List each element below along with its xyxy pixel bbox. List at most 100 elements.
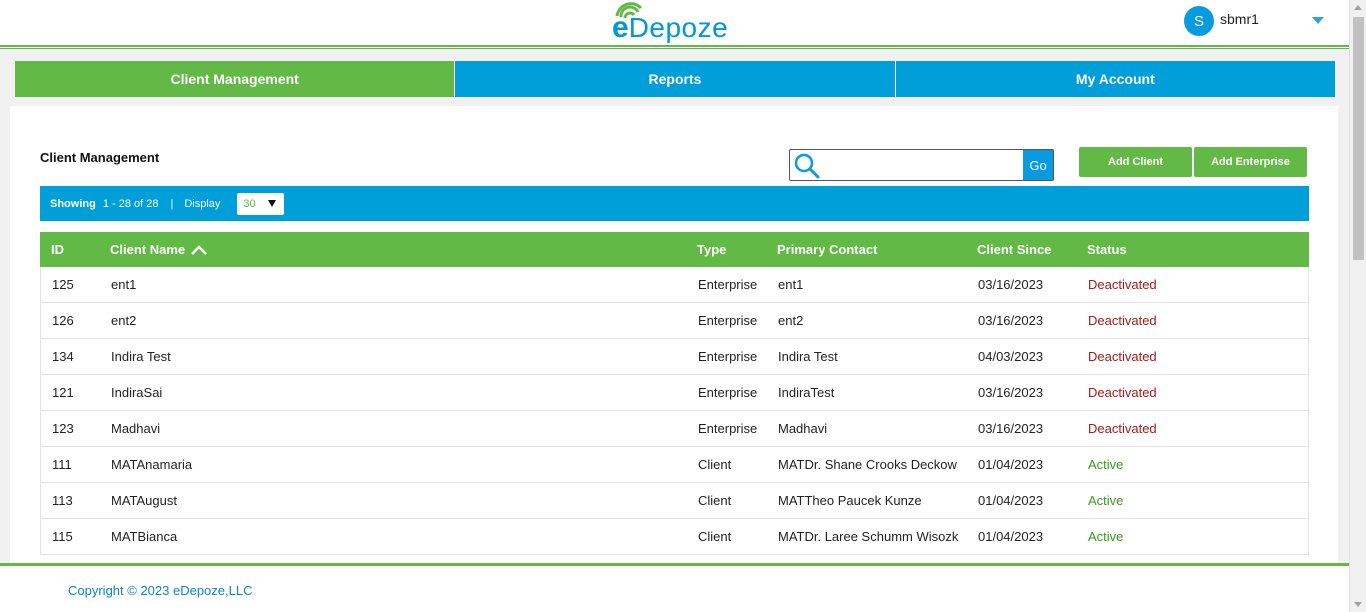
cell-primary-contact: ent1 — [778, 277, 804, 292]
cell-status: Active — [1088, 457, 1124, 472]
header-client-name-label: Client Name — [110, 242, 186, 257]
cell-client-since: 03/16/2023 — [978, 385, 1044, 400]
cell-primary-contact: MATDr. Laree Schumm Wisozk — [778, 529, 959, 544]
cell-primary-contact: MATTheo Paucek Kunze — [778, 493, 922, 508]
scroll-down-icon[interactable] — [1354, 602, 1362, 607]
header-client-since[interactable]: Client Since — [977, 232, 1051, 267]
cell-client-name[interactable]: MATAugust — [111, 483, 177, 518]
table-body: 125 ent1 Enterprise ent1 03/16/2023 Deactivat… — [40, 267, 1309, 555]
content-panel: Client Management Go Add Client Add Ente… — [10, 106, 1338, 576]
cell-status: Active — [1088, 529, 1124, 544]
table-row[interactable]: 111 MATAnamaria Client MATDr. Shane Crooks … — [40, 447, 1309, 483]
cell-id: 134 — [52, 349, 74, 364]
cell-type: Enterprise — [698, 421, 758, 436]
user-menu[interactable]: S sbmr1 — [1184, 6, 1259, 36]
search-box: Go — [789, 149, 1054, 181]
cell-client-name[interactable]: Madhavi — [111, 411, 160, 446]
cell-type: Enterprise — [698, 349, 758, 364]
cell-client-since: 03/16/2023 — [978, 421, 1044, 436]
cell-status: Active — [1088, 493, 1124, 508]
pagination-toolbar: Showing 1 - 28 of 28 | Display 30 — [40, 186, 1309, 221]
scroll-up-icon[interactable] — [1354, 5, 1362, 10]
clients-table: ID Client Name Type Primary Contact Clie… — [40, 232, 1309, 555]
table-row[interactable]: 126 ent2 Enterprise ent2 03/16/2023 Deactivat… — [40, 303, 1309, 339]
search-input[interactable] — [824, 152, 1019, 178]
avatar[interactable]: S — [1184, 6, 1214, 36]
go-button[interactable]: Go — [1023, 150, 1053, 180]
cell-primary-contact: IndiraTest — [778, 385, 835, 400]
table-row[interactable]: 134 Indira Test Enterprise Indira Test 04/03… — [40, 339, 1309, 375]
header-divider — [0, 45, 1349, 49]
cell-id: 121 — [52, 385, 74, 400]
table-row[interactable]: 123 Madhavi Enterprise Madhavi 03/16/2023 Dea… — [40, 411, 1309, 447]
cell-primary-contact: ent2 — [778, 313, 804, 328]
copyright: Copyright © 2023 eDepoze,LLC — [68, 583, 253, 598]
toolbar-separator: | — [170, 197, 174, 210]
cell-primary-contact: MATDr. Shane Crooks Deckow — [778, 457, 957, 472]
chevron-up-icon[interactable] — [191, 244, 208, 255]
cell-client-name[interactable]: ent2 — [111, 303, 136, 338]
cell-status: Deactivated — [1088, 313, 1157, 328]
cell-primary-contact: Indira Test — [778, 349, 838, 364]
cell-client-since: 01/04/2023 — [978, 457, 1044, 472]
cell-id: 113 — [52, 493, 73, 508]
header-id[interactable]: ID — [51, 232, 64, 267]
cell-client-since: 03/16/2023 — [978, 277, 1044, 292]
cell-id: 123 — [52, 421, 74, 436]
cell-client-name[interactable]: MATAnamaria — [111, 447, 192, 482]
cell-id: 115 — [52, 529, 73, 544]
cell-status: Deactivated — [1088, 421, 1157, 436]
display-count-select[interactable]: 30 — [237, 192, 285, 215]
add-client-button[interactable]: Add Client — [1079, 147, 1192, 177]
cell-client-since: 01/04/2023 — [978, 493, 1044, 508]
cell-type: Client — [698, 493, 732, 508]
cell-type: Enterprise — [698, 313, 758, 328]
cell-id: 125 — [52, 277, 74, 292]
cell-status: Deactivated — [1088, 277, 1157, 292]
table-header: ID Client Name Type Primary Contact Clie… — [40, 232, 1309, 267]
cell-status: Deactivated — [1088, 349, 1157, 364]
cell-type: Client — [698, 457, 732, 472]
header-type[interactable]: Type — [697, 232, 726, 267]
showing-range: 1 - 28 of 28 — [102, 197, 159, 210]
table-row[interactable]: 113 MATAugust Client MATTheo Paucek Kunze 01… — [40, 483, 1309, 519]
page-title: Client Management — [40, 150, 160, 165]
cell-client-since: 01/04/2023 — [978, 529, 1044, 544]
cell-client-name[interactable]: ent1 — [111, 267, 136, 302]
cell-primary-contact: Madhavi — [778, 421, 828, 436]
logo-e: e — [612, 11, 629, 44]
cell-client-since: 03/16/2023 — [978, 313, 1044, 328]
cell-type: Enterprise — [698, 277, 758, 292]
cell-client-name[interactable]: IndiraSai — [111, 375, 162, 410]
header-status[interactable]: Status — [1087, 232, 1127, 267]
header-client-name[interactable]: Client Name — [110, 232, 208, 267]
main-nav: Client Management Reports My Account — [15, 61, 1335, 97]
showing-label: Showing — [50, 197, 96, 210]
footer: Copyright © 2023 eDepoze,LLC — [0, 563, 1349, 612]
cell-type: Enterprise — [698, 385, 758, 400]
search-icon — [794, 153, 820, 179]
cell-id: 126 — [52, 313, 74, 328]
cell-client-name[interactable]: MATBianca — [111, 519, 177, 554]
tab-client-management[interactable]: Client Management — [15, 61, 456, 97]
username[interactable]: sbmr1 — [1220, 11, 1259, 27]
display-label: Display — [184, 197, 221, 210]
table-row[interactable]: 121 IndiraSai Enterprise IndiraTest 03/16/20… — [40, 375, 1309, 411]
scroll-thumb[interactable] — [1353, 17, 1364, 260]
display-count-value: 30 — [243, 197, 256, 210]
add-enterprise-button[interactable]: Add Enterprise — [1194, 147, 1307, 177]
table-row[interactable]: 125 ent1 Enterprise ent1 03/16/2023 Deactivat… — [40, 267, 1309, 303]
user-caret-down-icon[interactable] — [1312, 17, 1324, 24]
header-primary-contact[interactable]: Primary Contact — [777, 232, 877, 267]
tab-my-account[interactable]: My Account — [895, 61, 1335, 97]
table-row[interactable]: 115 MATBianca Client MATDr. Laree Schumm Wi… — [40, 519, 1309, 555]
logo-text: Depoze — [628, 12, 729, 43]
scrollbar[interactable] — [1349, 0, 1366, 612]
header: e Depoze S sbmr1 — [0, 0, 1349, 46]
cell-client-since: 04/03/2023 — [978, 349, 1044, 364]
cell-client-name[interactable]: Indira Test — [111, 339, 171, 374]
cell-id: 111 — [52, 457, 72, 472]
logo[interactable]: e Depoze — [612, 4, 728, 44]
cell-status: Deactivated — [1088, 385, 1157, 400]
tab-reports[interactable]: Reports — [455, 61, 896, 97]
